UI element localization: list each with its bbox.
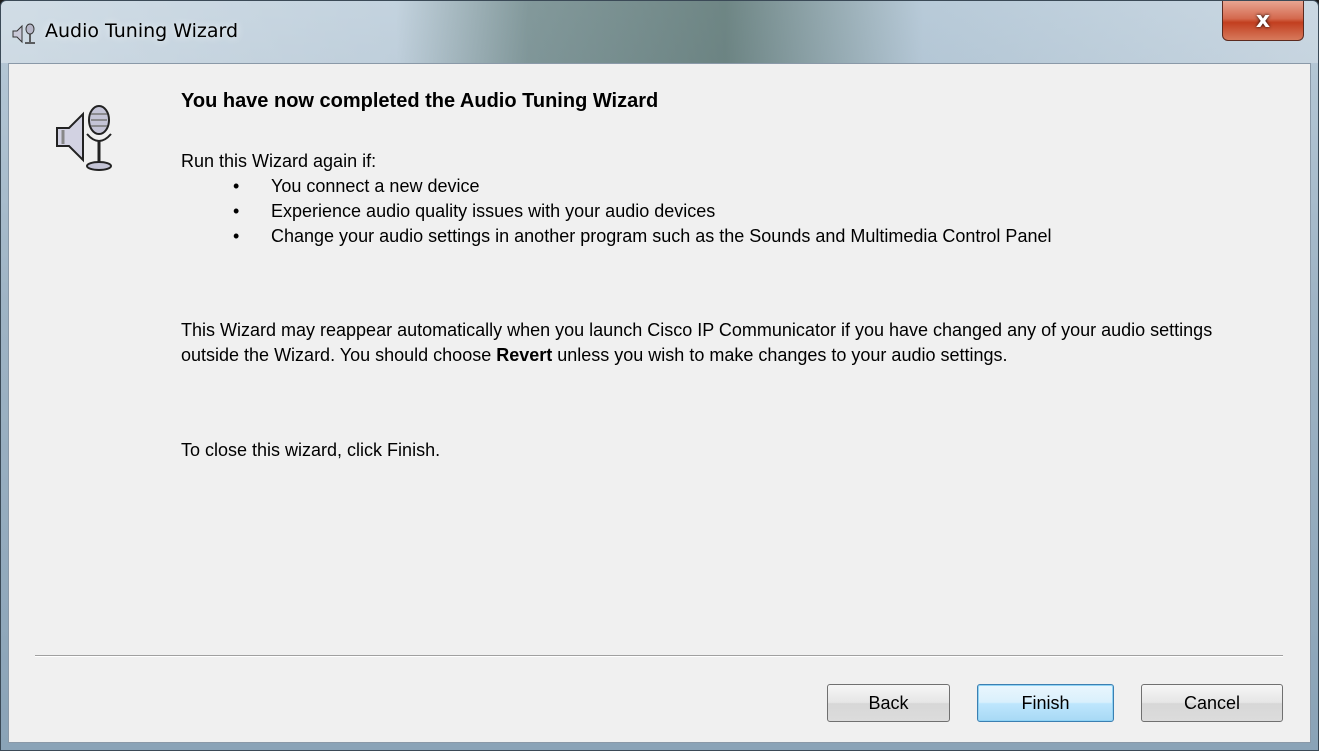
info-text-after: unless you wish to make changes to your … [552,345,1008,365]
speaker-microphone-icon [11,22,39,46]
list-item: • You connect a new device [181,174,1241,199]
finish-button[interactable]: Finish [977,684,1114,722]
list-item-text: Experience audio quality issues with you… [271,201,716,221]
window-title: Audio Tuning Wizard [45,20,239,42]
close-icon: x [1255,7,1271,33]
cancel-button[interactable]: Cancel [1141,684,1283,722]
close-button[interactable]: x [1222,1,1304,41]
list-item-text: Change your audio settings in another pr… [271,226,1052,246]
list-item: • Experience audio quality issues with y… [181,199,1241,224]
closing-instruction: To close this wizard, click Finish. [181,440,441,460]
intro-text: Run this Wizard again if: [181,151,377,171]
info-paragraph: This Wizard may reappear automatically w… [181,318,1241,368]
speaker-microphone-icon [51,96,121,176]
list-item-text: You connect a new device [271,176,480,196]
title-bar[interactable]: Audio Tuning Wizard x [1,1,1318,63]
wizard-content: You have now completed the Audio Tuning … [8,63,1311,743]
bullet-glyph: • [233,226,240,246]
page-title: You have now completed the Audio Tuning … [181,90,659,112]
list-item: • Change your audio settings in another … [181,224,1241,249]
bullet-glyph: • [233,201,240,221]
bullet-list: • You connect a new device • Experience … [181,174,1241,249]
audio-tuning-wizard-window: Audio Tuning Wizard x You have now compl… [0,0,1319,751]
back-button[interactable]: Back [827,684,950,722]
divider [35,655,1283,657]
bullet-glyph: • [233,176,240,196]
revert-keyword: Revert [496,345,553,365]
